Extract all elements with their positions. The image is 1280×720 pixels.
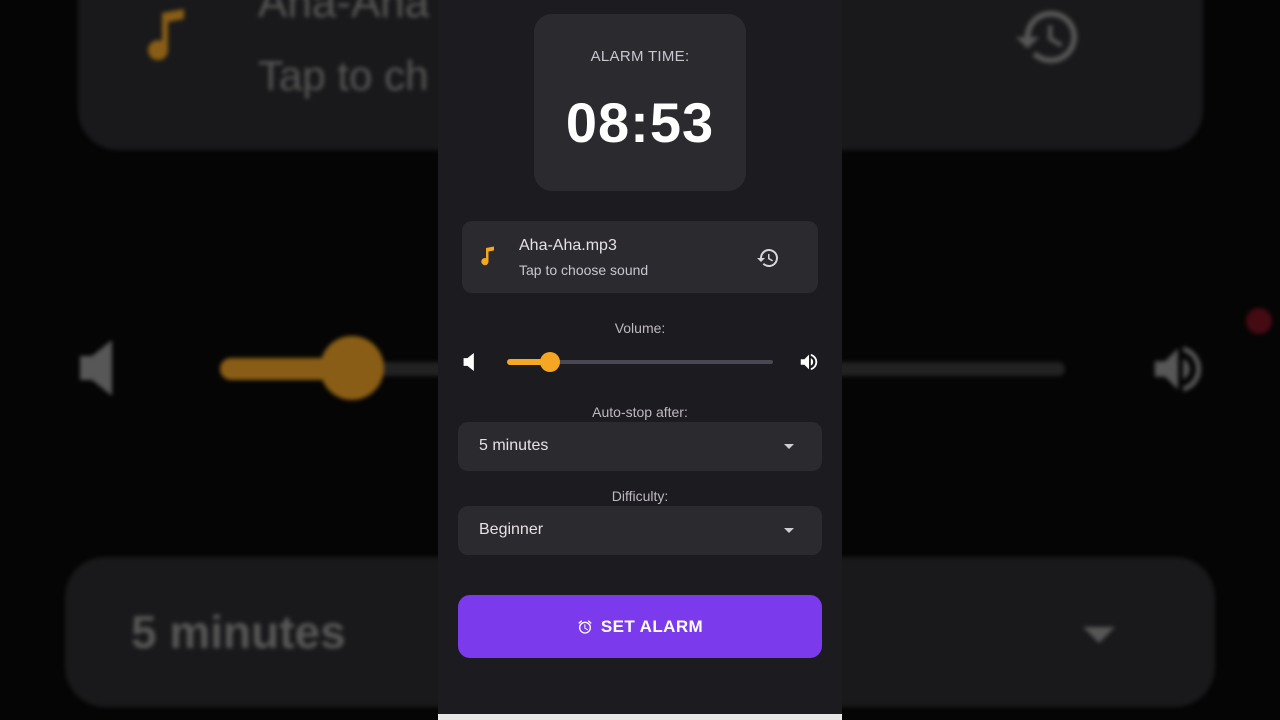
set-alarm-content: SET ALARM [458, 617, 822, 640]
music-note-icon [480, 245, 496, 272]
difficulty-dropdown[interactable]: Beginner [458, 506, 822, 555]
auto-stop-label: Auto-stop after: [592, 404, 688, 420]
difficulty-value: Beginner [479, 521, 544, 538]
bg-history-icon [1013, 2, 1083, 77]
sound-picker[interactable]: Aha-Aha.mp3 Tap to choose sound [462, 221, 818, 293]
volume-slider[interactable] [507, 352, 773, 372]
phone-screen: ALARM TIME: 08:53 Aha-Aha.mp3 Tap to cho… [438, 0, 842, 720]
set-alarm-label: SET ALARM [600, 617, 704, 636]
alarm-time-label: ALARM TIME: [590, 48, 690, 65]
volume-high-icon [798, 351, 820, 378]
bg-slider-thumb [320, 336, 384, 400]
auto-stop-dropdown[interactable]: 5 minutes [458, 422, 822, 471]
history-icon[interactable] [756, 246, 780, 275]
sound-subtitle: Tap to choose sound [519, 262, 649, 278]
bg-red-dot [1246, 308, 1272, 334]
difficulty-label: Difficulty: [611, 488, 669, 504]
volume-slider-thumb[interactable] [540, 352, 560, 372]
bg-sound-subtitle: Tap to ch [258, 52, 429, 99]
chevron-down-icon [784, 444, 794, 449]
bg-sound-title: Aha-Aha [258, 0, 430, 27]
system-navigation-bar [438, 714, 842, 720]
sound-title: Aha-Aha.mp3 [519, 237, 617, 254]
auto-stop-value: 5 minutes [479, 437, 549, 454]
bg-dropdown-value: 5 minutes [131, 606, 346, 658]
chevron-down-icon [784, 528, 794, 533]
alarm-time-value: 08:53 [565, 91, 715, 154]
video-frame: Aha-Aha Tap to ch 5 minutes ALARM TIME: [0, 0, 1280, 720]
volume-low-icon [463, 353, 477, 376]
bg-volume-high-icon [1146, 338, 1210, 405]
bg-chevron-down-icon [1083, 627, 1115, 643]
set-alarm-button[interactable]: SET ALARM [458, 595, 822, 658]
bg-volume-low-icon [80, 340, 120, 401]
alarm-time-card[interactable]: ALARM TIME: 08:53 [534, 14, 746, 191]
bg-music-note-icon [144, 5, 192, 70]
volume-label: Volume: [614, 320, 666, 336]
alarm-clock-icon [577, 619, 593, 640]
